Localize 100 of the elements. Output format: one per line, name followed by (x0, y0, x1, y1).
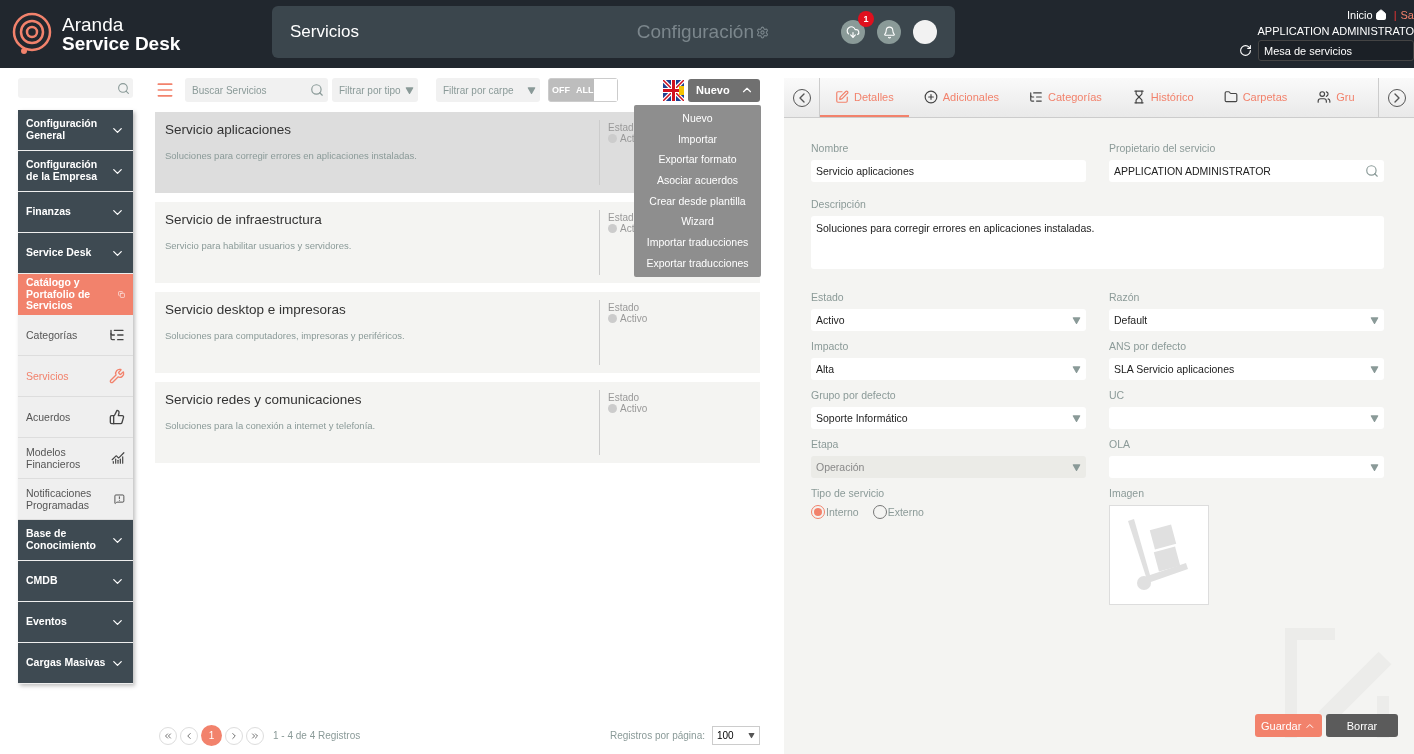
status-value: Activo (620, 403, 648, 414)
notification-badge: 1 (858, 11, 874, 27)
brand-product: Service Desk (62, 34, 181, 53)
home-link[interactable]: Inicio (1347, 9, 1387, 21)
last-page-button[interactable] (246, 726, 264, 745)
service-name: Servicio desktop e impresoras (165, 302, 347, 317)
field-label: Razón (1109, 291, 1141, 303)
name-input[interactable]: Servicio aplicaciones (811, 160, 1086, 182)
status-label: Estad (608, 212, 634, 223)
logout-link[interactable]: Sa (1400, 9, 1414, 21)
service-description: Soluciones para la conexión a internet y telefonía. (165, 420, 377, 431)
desk-select[interactable]: Mesa de servicios (1258, 40, 1414, 61)
service-card[interactable]: Servicio desktop e impresoras Soluciones para computadores, impresoras y periféricos. Estado Activo (155, 292, 760, 373)
wrench-icon (109, 368, 125, 384)
status-dot (608, 314, 617, 323)
caret-icon (1370, 413, 1379, 423)
message-alert-icon (114, 491, 125, 507)
refresh-icon[interactable] (1239, 44, 1252, 57)
select-field[interactable] (1109, 456, 1384, 478)
caret-icon (1370, 315, 1379, 325)
menu-button[interactable] (155, 80, 175, 100)
sidebar-group[interactable]: Cargas Masivas (18, 643, 133, 684)
caret-icon (1370, 462, 1379, 472)
delete-button[interactable]: Borrar (1326, 714, 1398, 737)
sidebar-group[interactable]: Base de Conocimiento (18, 520, 133, 561)
caret-icon (405, 85, 414, 95)
separator-text: | (1393, 9, 1397, 21)
menu-icon (155, 80, 175, 100)
sidebar-group[interactable]: CMDB (18, 561, 133, 602)
bell-button[interactable] (877, 20, 901, 44)
sidebar-group[interactable]: Configuración General (18, 110, 133, 151)
select-field[interactable]: Activo (811, 309, 1086, 331)
field-label: Nombre (811, 142, 850, 154)
description-textarea[interactable]: Soluciones para corregir errores en aplicaciones instaladas. (811, 216, 1384, 269)
flag-icon[interactable] (663, 79, 684, 101)
service-name: Servicio de infraestructura (165, 212, 323, 227)
sidebar-item[interactable]: Modelos Financieros (18, 438, 133, 479)
caret-icon (1072, 462, 1081, 472)
select-field[interactable]: SLA Servicio aplicaciones (1109, 358, 1384, 380)
sidebar-search-field[interactable] (18, 78, 133, 98)
caret-icon (1072, 413, 1081, 423)
status-dot (608, 404, 617, 413)
avatar[interactable] (913, 20, 937, 44)
caret-icon (527, 85, 536, 95)
status-value: Act (620, 133, 635, 144)
previous-page-button[interactable] (180, 726, 198, 745)
service-name: Servicio redes y comunicaciones (165, 392, 363, 407)
service-description: Servicio para habilitar usuarios y servidores. (165, 240, 353, 251)
field-label: Impacto (811, 340, 850, 352)
field-label: Tipo de servicio (811, 487, 886, 499)
field-label: Estado (811, 291, 845, 303)
sidebar-item[interactable]: Categorías (18, 315, 133, 356)
field-label: UC (1109, 389, 1126, 401)
plus-circle-icon (923, 89, 938, 104)
select-field[interactable]: Default (1109, 309, 1384, 331)
user-name: APPLICATION ADMINISTRATO (1257, 25, 1414, 37)
owner-input[interactable]: APPLICATION ADMINISTRATOR (1109, 160, 1384, 182)
sidebar-group[interactable]: Eventos (18, 602, 133, 643)
thumbs-up-icon (109, 409, 125, 425)
brand-name: Aranda (62, 15, 125, 34)
service-description: Soluciones para computadores, impresoras y periféricos. (165, 330, 406, 341)
page-title: Servicios (290, 22, 360, 42)
sidebar-group[interactable]: Configuración de la Empresa (18, 151, 133, 192)
caret-icon (1072, 364, 1081, 374)
field-label: Etapa (811, 438, 840, 450)
chevron-left-icon (184, 730, 194, 741)
spiral-logo-icon (10, 12, 54, 56)
hourglass-icon (1131, 89, 1146, 104)
sidebar-item[interactable]: Acuerdos (18, 397, 133, 438)
download-button[interactable] (841, 20, 865, 44)
select-field[interactable]: Alta (811, 358, 1086, 380)
status-value: Act (620, 223, 635, 234)
new-button[interactable]: Nuevo (688, 78, 760, 102)
image-box[interactable] (1109, 505, 1209, 605)
status-label: Estado (608, 302, 640, 313)
next-page-button[interactable] (225, 726, 243, 745)
home-icon (1374, 9, 1387, 21)
per-page-select[interactable]: 100 (712, 726, 760, 745)
status-value: Activo (620, 313, 648, 324)
cloud-download-icon (846, 25, 860, 39)
sidebar-item[interactable]: Notificaciones Programadas (18, 479, 133, 520)
gear-icon (756, 25, 769, 39)
status-label: Estado (608, 392, 640, 403)
select-field[interactable] (1109, 407, 1384, 429)
sidebar-group[interactable]: Service Desk (18, 233, 133, 274)
service-name: Servicio aplicaciones (165, 122, 293, 137)
service-card[interactable]: Servicio redes y comunicaciones Soluciones para la conexión a internet y telefonía. Estado Activo (155, 382, 760, 463)
tree-icon (109, 327, 125, 343)
select-field[interactable]: Soporte Informático (811, 407, 1086, 429)
field-label: Descripción (811, 198, 867, 210)
field-label: Grupo por defecto (811, 389, 897, 401)
folder-icon (1223, 89, 1238, 104)
copy-icon (118, 288, 125, 301)
first-page-button[interactable] (159, 726, 177, 745)
double-chevron-left-icon (163, 730, 173, 741)
field-label: Imagen (1109, 487, 1146, 499)
field-label: OLA (1109, 438, 1131, 450)
per-page-label: Registros por página: (609, 730, 705, 741)
caret-icon (1072, 315, 1081, 325)
sidebar-group[interactable]: Finanzas (18, 192, 133, 233)
